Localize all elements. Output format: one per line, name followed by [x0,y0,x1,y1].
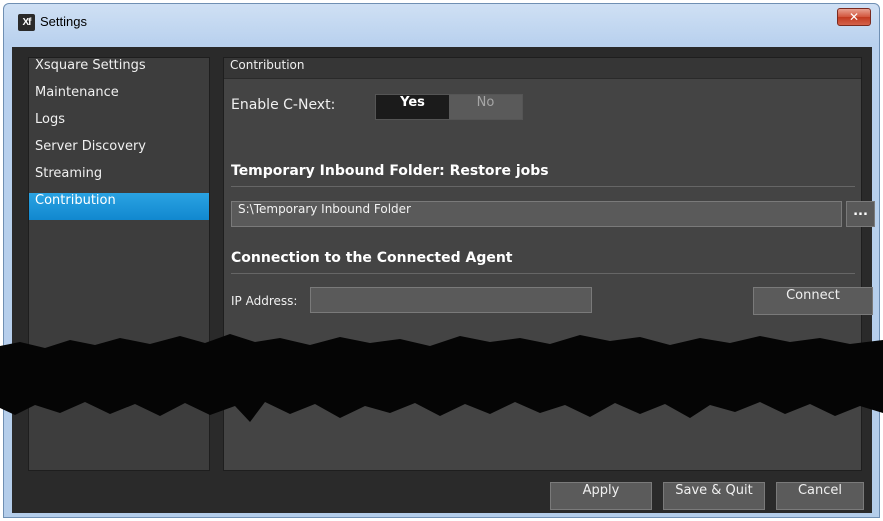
connect-button[interactable]: Connect [753,287,873,315]
torn-edge-overlay [0,334,883,422]
xsquare-app-icon: Xf [18,14,35,31]
section-divider [231,186,855,187]
inbound-folder-title: Temporary Inbound Folder: Restore jobs [231,163,549,179]
ip-address-label: IP Address: [231,294,298,308]
browse-folder-button[interactable]: ... [846,201,875,227]
ip-address-input[interactable] [310,287,592,313]
close-button[interactable]: ✕ [837,8,871,26]
nav-item-contribution[interactable]: Contribution [29,193,209,220]
nav-item-xsquare-settings[interactable]: Xsquare Settings [29,58,209,85]
title-bar: Xf Settings ✕ [4,4,879,40]
dialog-body: Xsquare Settings Maintenance Logs Server… [12,47,875,513]
toggle-no-option[interactable]: No [449,95,522,119]
enable-cnext-toggle: Yes No [375,94,523,120]
window-title: Settings [40,14,87,29]
connected-agent-title: Connection to the Connected Agent [231,250,513,266]
nav-item-server-discovery[interactable]: Server Discovery [29,139,209,166]
panel-header: Contribution [224,58,861,79]
settings-window: Xf Settings ✕ Xsquare Settings Maintenan… [3,3,880,518]
nav-item-logs[interactable]: Logs [29,112,209,139]
inbound-folder-path-field[interactable]: S:\Temporary Inbound Folder [231,201,842,227]
toggle-yes-option[interactable]: Yes [376,95,449,119]
apply-button[interactable]: Apply [550,482,652,510]
enable-cnext-label: Enable C-Next: [231,97,336,113]
save-quit-button[interactable]: Save & Quit [663,482,765,510]
nav-item-maintenance[interactable]: Maintenance [29,85,209,112]
cancel-button[interactable]: Cancel [776,482,864,510]
section-divider [231,273,855,274]
nav-item-streaming[interactable]: Streaming [29,166,209,193]
